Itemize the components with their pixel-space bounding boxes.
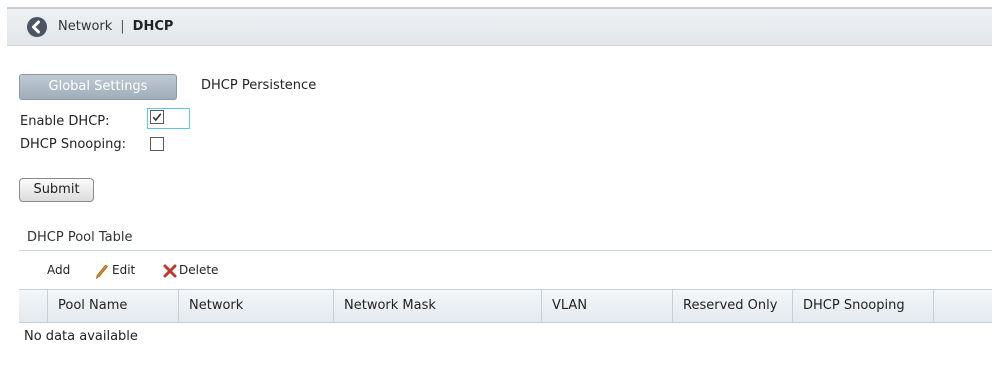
dhcp-snooping-checkbox[interactable]	[150, 137, 164, 151]
breadcrumb: Network | DHCP	[58, 19, 173, 34]
breadcrumb-separator: |	[120, 19, 125, 34]
breadcrumb-current: DHCP	[132, 19, 174, 34]
column-reserved-only[interactable]: Reserved Only	[673, 290, 793, 322]
edit-button[interactable]: Edit	[95, 263, 141, 279]
empty-table-message: No data available	[24, 329, 138, 344]
submit-button[interactable]: Submit	[19, 178, 94, 202]
breadcrumb-network[interactable]: Network	[58, 19, 112, 34]
column-network-mask[interactable]: Network Mask	[334, 290, 542, 322]
select-all-column[interactable]	[19, 290, 48, 322]
enable-dhcp-checkbox[interactable]	[150, 110, 164, 124]
page-header: Network | DHCP	[7, 9, 992, 46]
column-vlan[interactable]: VLAN	[542, 290, 673, 322]
tab-dhcp-persistence[interactable]: DHCP Persistence	[201, 78, 316, 93]
tab-global-settings[interactable]: Global Settings	[19, 74, 177, 100]
column-pool-name[interactable]: Pool Name	[48, 290, 179, 322]
dhcp-page: Network | DHCP Global Settings DHCP Persis…	[7, 0, 992, 381]
column-dhcp-snooping[interactable]: DHCP Snooping	[793, 290, 934, 322]
add-button[interactable]: Add	[47, 263, 70, 277]
check-icon	[152, 113, 162, 122]
dhcp-snooping-label: DHCP Snooping:	[20, 137, 126, 152]
pencil-icon	[96, 264, 108, 279]
column-network[interactable]: Network	[179, 290, 334, 322]
enable-dhcp-label: Enable DHCP:	[20, 114, 110, 129]
pool-table-divider	[19, 250, 992, 251]
pool-table-header: Pool Name Network Network Mask VLAN Rese…	[19, 289, 992, 323]
pool-table-title: DHCP Pool Table	[27, 230, 133, 245]
delete-x-icon	[163, 264, 177, 278]
pool-table-toolbar: Add Edit Delete	[7, 255, 992, 287]
back-icon[interactable]	[27, 17, 47, 37]
edit-label: Edit	[112, 263, 136, 277]
delete-label: Delete	[179, 263, 219, 277]
delete-button[interactable]: Delete	[163, 263, 227, 279]
